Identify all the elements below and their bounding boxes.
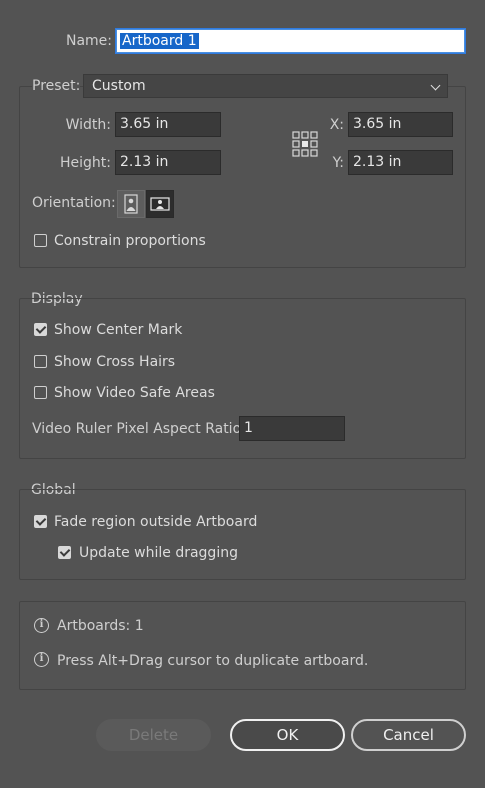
artboard-name-input[interactable]: Artboard 1 xyxy=(116,29,465,53)
fade-region-checkbox[interactable] xyxy=(34,515,47,528)
x-label: X: xyxy=(329,117,344,133)
landscape-icon xyxy=(150,197,170,211)
ok-button[interactable]: OK xyxy=(230,719,345,751)
landscape-orientation-button[interactable] xyxy=(146,190,174,218)
show-cross-hairs-label: Show Cross Hairs xyxy=(54,354,176,370)
artboards-count-text: Artboards: 1 xyxy=(57,618,144,634)
global-section xyxy=(19,489,466,580)
constrain-proportions-checkbox[interactable] xyxy=(34,234,47,247)
x-input[interactable]: 3.65 in xyxy=(348,112,453,137)
chevron-down-icon xyxy=(430,80,441,91)
width-input[interactable]: 3.65 in xyxy=(115,112,221,137)
width-label: Width: xyxy=(65,117,111,133)
delete-button[interactable]: Delete xyxy=(96,719,211,751)
fade-region-label: Fade region outside Artboard xyxy=(54,514,258,530)
update-while-dragging-label: Update while dragging xyxy=(79,545,238,561)
show-center-mark-checkbox[interactable] xyxy=(34,323,47,336)
height-label: Height: xyxy=(60,155,111,171)
y-input[interactable]: 2.13 in xyxy=(348,150,453,175)
y-label: Y: xyxy=(332,155,344,171)
show-cross-hairs-checkbox[interactable] xyxy=(34,355,47,368)
preset-label: Preset: xyxy=(32,77,81,95)
portrait-icon xyxy=(124,194,138,214)
constrain-proportions-label: Constrain proportions xyxy=(54,233,206,249)
height-input[interactable]: 2.13 in xyxy=(115,150,221,175)
artboard-name-value: Artboard 1 xyxy=(120,33,199,49)
update-while-dragging-checkbox[interactable] xyxy=(58,546,71,559)
orientation-label: Orientation: xyxy=(32,195,116,211)
preset-select[interactable]: Custom xyxy=(83,74,448,98)
name-label: Name: xyxy=(65,33,112,49)
preset-value: Custom xyxy=(92,78,146,94)
info-icon: i xyxy=(34,618,49,633)
show-video-safe-areas-label: Show Video Safe Areas xyxy=(54,385,215,401)
pixel-aspect-ratio-input[interactable]: 1 xyxy=(239,416,345,441)
info-section xyxy=(19,601,466,690)
info-icon: i xyxy=(34,652,49,667)
pixel-aspect-ratio-label: Video Ruler Pixel Aspect Ratio: xyxy=(32,421,246,437)
cancel-button[interactable]: Cancel xyxy=(351,719,466,751)
portrait-orientation-button[interactable] xyxy=(117,190,145,218)
duplicate-hint-text: Press Alt+Drag cursor to duplicate artbo… xyxy=(57,653,369,669)
show-video-safe-areas-checkbox[interactable] xyxy=(34,386,47,399)
show-center-mark-label: Show Center Mark xyxy=(54,322,183,338)
